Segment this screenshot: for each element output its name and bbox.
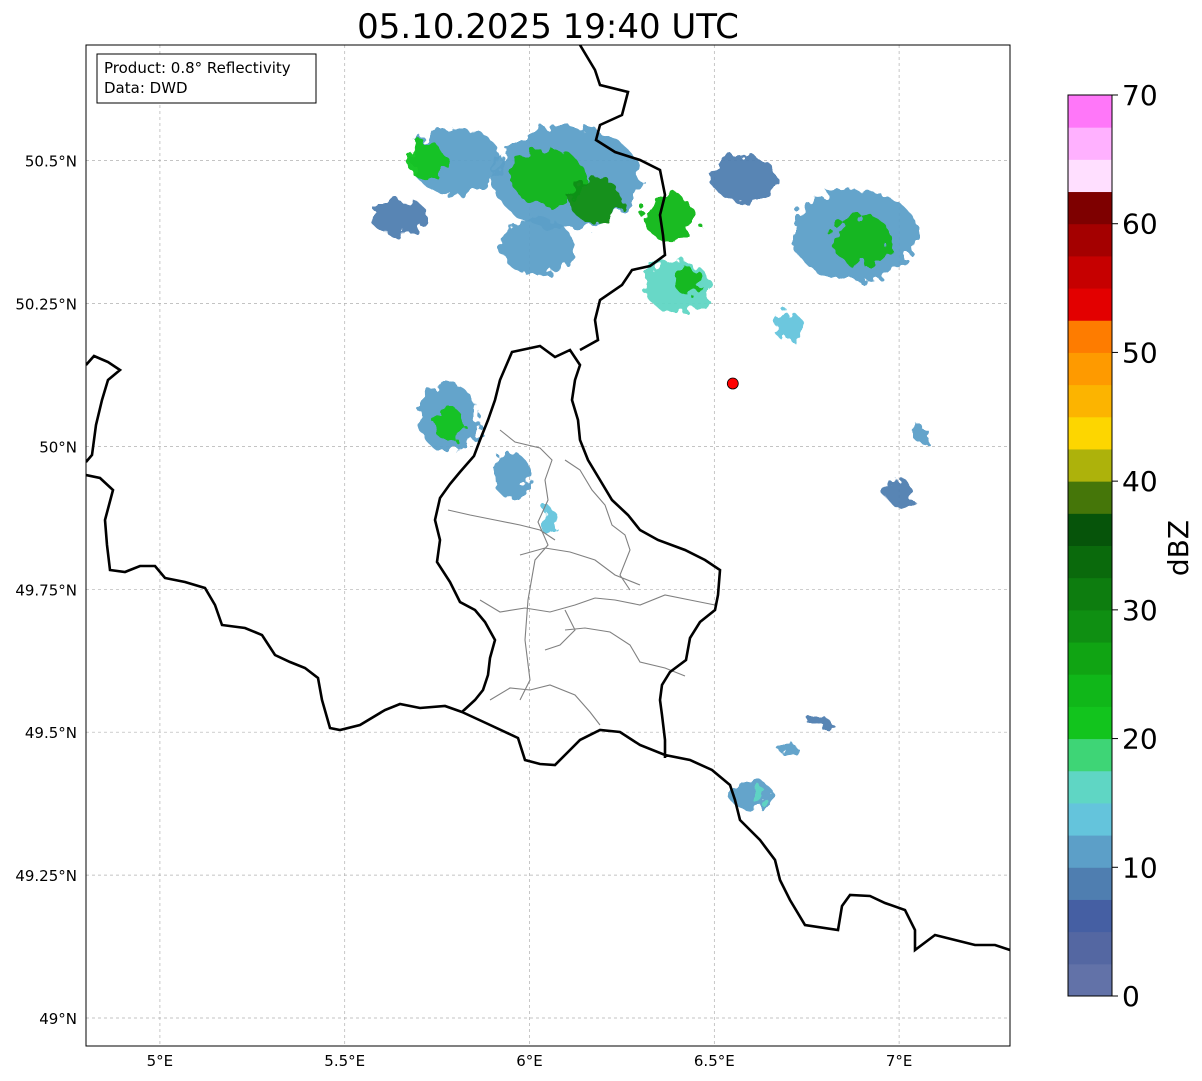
colorbar-tick-label: 0 bbox=[1122, 980, 1140, 1013]
colorbar-segment bbox=[1068, 899, 1112, 933]
info-product-text: Product: 0.8° Reflectivity bbox=[104, 59, 291, 77]
colorbar-tick-label: 30 bbox=[1122, 594, 1158, 627]
echo-cell bbox=[886, 477, 913, 507]
colorbar-tick-label: 20 bbox=[1122, 723, 1158, 756]
colorbar-segment bbox=[1068, 384, 1112, 418]
radar-site-marker bbox=[726, 377, 739, 390]
colorbar-segment bbox=[1068, 931, 1112, 965]
echo-cell bbox=[913, 426, 929, 444]
colorbar-segment bbox=[1068, 352, 1112, 386]
echo-cell bbox=[751, 786, 767, 804]
y-tick-label: 50.5°N bbox=[25, 153, 77, 171]
colorbar-segment bbox=[1068, 674, 1112, 707]
radar-figure: 05.10.2025 19:40 UTC 5°E 5.5°E 6°E 6.5°E 7°E… bbox=[15, 7, 1195, 1070]
colorbar-segment bbox=[1068, 835, 1112, 868]
colorbar: 0 10 20 30 40 50 60 70 dBZ bbox=[1067, 79, 1195, 1013]
map-axes: 5°E 5.5°E 6°E 6.5°E 7°E 49°N 49.25°N 49.5°N 49.… bbox=[15, 44, 1011, 1070]
colorbar-segment bbox=[1068, 867, 1112, 900]
y-tick-label: 50°N bbox=[39, 438, 77, 456]
colorbar-segments bbox=[1068, 95, 1112, 997]
colorbar-segment bbox=[1068, 513, 1112, 546]
x-tick-label: 5.5°E bbox=[324, 1052, 365, 1070]
colorbar-label: dBZ bbox=[1162, 520, 1195, 576]
echo-cell bbox=[370, 200, 430, 235]
x-tick-label: 6.5°E bbox=[694, 1052, 735, 1070]
colorbar-segment bbox=[1068, 191, 1112, 225]
colorbar-tick-label: 60 bbox=[1122, 208, 1158, 241]
radar-site-dot bbox=[726, 377, 739, 390]
x-tick-label: 7°E bbox=[886, 1052, 913, 1070]
colorbar-segment bbox=[1068, 577, 1112, 611]
colorbar-segment bbox=[1068, 770, 1112, 804]
colorbar-segment bbox=[1068, 95, 1112, 128]
echo-cell bbox=[806, 715, 829, 727]
map-title: 05.10.2025 19:40 UTC bbox=[357, 7, 739, 47]
colorbar-segment bbox=[1068, 288, 1112, 321]
echo-cell bbox=[710, 154, 778, 201]
echo-cell bbox=[499, 217, 574, 275]
echo-cell bbox=[779, 743, 798, 756]
colorbar-segment bbox=[1068, 642, 1112, 675]
colorbar-segment bbox=[1068, 481, 1112, 514]
y-tick-label: 49.75°N bbox=[15, 581, 77, 599]
colorbar-segment bbox=[1068, 320, 1112, 353]
y-tick-label: 50.25°N bbox=[15, 296, 77, 314]
y-tick-label: 49°N bbox=[39, 1010, 77, 1028]
colorbar-segment bbox=[1068, 255, 1112, 289]
colorbar-tick-label: 70 bbox=[1122, 79, 1158, 112]
echo-cell bbox=[570, 177, 622, 224]
info-box: Product: 0.8° Reflectivity Data: DWD bbox=[96, 53, 317, 104]
y-axis-ticks: 49°N 49.25°N 49.5°N 49.75°N 50°N 50.25°N 50.5°… bbox=[15, 153, 77, 1028]
colorbar-segment bbox=[1068, 802, 1112, 836]
colorbar-segment bbox=[1068, 159, 1112, 193]
echo-cell bbox=[773, 312, 804, 341]
colorbar-ticks: 0 10 20 30 40 50 60 70 bbox=[1112, 79, 1158, 1013]
colorbar-segment bbox=[1068, 963, 1112, 997]
colorbar-tick-label: 10 bbox=[1122, 851, 1158, 884]
colorbar-segment bbox=[1068, 416, 1112, 450]
echo-cell bbox=[644, 194, 696, 241]
y-tick-label: 49.5°N bbox=[25, 724, 77, 742]
colorbar-tick-label: 40 bbox=[1122, 465, 1158, 498]
colorbar-segment bbox=[1068, 223, 1112, 257]
colorbar-segment bbox=[1068, 609, 1112, 643]
colorbar-tick-label: 50 bbox=[1122, 336, 1158, 369]
x-tick-label: 5°E bbox=[147, 1052, 174, 1070]
colorbar-segment bbox=[1068, 127, 1112, 160]
echo-cell bbox=[433, 406, 463, 441]
info-data-text: Data: DWD bbox=[104, 79, 188, 97]
echo-cell bbox=[407, 140, 445, 181]
echo-cell bbox=[673, 266, 704, 295]
colorbar-segment bbox=[1068, 738, 1112, 772]
colorbar-segment bbox=[1068, 706, 1112, 740]
x-tick-label: 6°E bbox=[516, 1052, 543, 1070]
echo-cell bbox=[832, 214, 892, 267]
colorbar-segment bbox=[1068, 448, 1112, 482]
x-axis-ticks: 5°E 5.5°E 6°E 6.5°E 7°E bbox=[147, 1052, 913, 1070]
y-tick-label: 49.25°N bbox=[15, 867, 77, 885]
echo-cell bbox=[492, 452, 530, 498]
colorbar-segment bbox=[1068, 545, 1112, 579]
